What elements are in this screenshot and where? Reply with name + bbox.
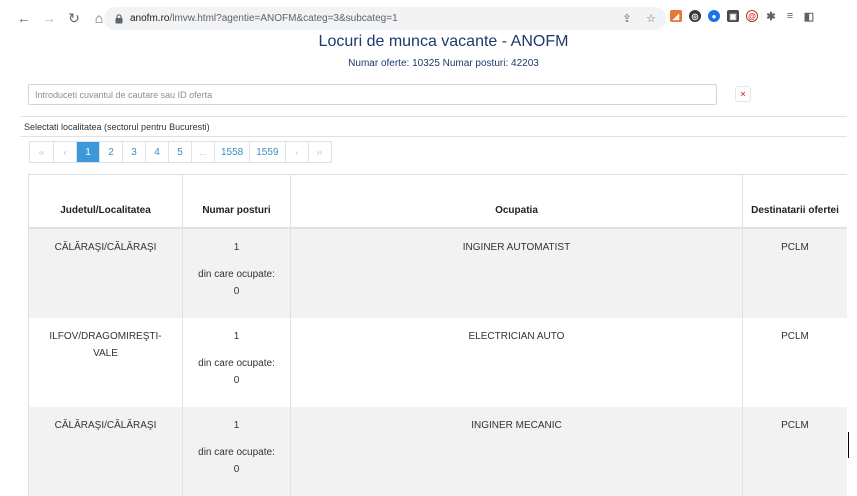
extension-square-icon[interactable]: ▣ xyxy=(727,10,739,22)
extensions-puzzle-icon[interactable]: ✱ xyxy=(765,10,777,23)
table-row[interactable]: ILFOV/DRAGOMIREŞTI-VALE 1 din care ocupa… xyxy=(28,318,847,407)
pagination-page-2[interactable]: 2 xyxy=(99,142,122,162)
forward-icon[interactable]: → xyxy=(38,7,60,29)
clear-search-button[interactable]: × xyxy=(735,86,751,102)
occupied-label: din care ocupate: xyxy=(198,269,275,280)
column-header-recipients[interactable]: Destinatarii ofertei xyxy=(743,175,847,227)
cell-occupation[interactable]: INGINER AUTOMATIST xyxy=(291,229,743,318)
pagination: ‹‹ ‹ 1 2 3 4 5 ... 1558 1559 › ›› xyxy=(29,141,332,163)
occupied-label: din care ocupate: xyxy=(198,358,275,369)
pagination-prev[interactable]: ‹ xyxy=(53,142,76,162)
occupied-count: 0 xyxy=(233,286,240,297)
search-input[interactable]: Introduceti cuvantul de cautare sau ID o… xyxy=(28,84,717,105)
pagination-page-1[interactable]: 1 xyxy=(76,142,99,162)
cell-occupation[interactable]: INGINER MECANIC xyxy=(291,407,743,496)
locality-filter-label[interactable]: Selectati localitatea (sectorul pentru B… xyxy=(24,122,210,132)
cell-posts: 1 din care ocupate: 0 xyxy=(183,407,291,496)
pagination-page-4[interactable]: 4 xyxy=(145,142,168,162)
table-row[interactable]: CĂLĂRAŞI/CĂLĂRAŞI 1 din care ocupate: 0 … xyxy=(28,407,847,496)
pagination-page-1558[interactable]: 1558 xyxy=(214,142,249,162)
pagination-first[interactable]: ‹‹ xyxy=(30,142,53,162)
occupied-count: 0 xyxy=(233,464,240,475)
extension-red-icon[interactable]: @ xyxy=(746,10,758,22)
side-panel-icon[interactable]: ◧ xyxy=(803,10,815,23)
reload-icon[interactable]: ↻ xyxy=(63,7,85,29)
cell-location: CĂLĂRAŞI/CĂLĂRAŞI xyxy=(28,229,183,318)
page-title: Locuri de munca vacante - ANOFM xyxy=(318,33,569,50)
pagination-next[interactable]: › xyxy=(284,142,308,162)
cell-posts: 1 din care ocupate: 0 xyxy=(183,318,291,407)
back-icon[interactable]: ← xyxy=(13,7,35,29)
posts-count: 1 xyxy=(233,242,240,253)
table-header: Judetul/Localitatea Numar posturi Ocupat… xyxy=(28,175,847,229)
pagination-page-1559[interactable]: 1559 xyxy=(249,142,284,162)
reading-list-icon[interactable]: ≡ xyxy=(784,10,796,22)
cell-recipient: PCLM xyxy=(781,420,809,431)
occupied-count: 0 xyxy=(233,375,240,386)
share-icon[interactable]: ⇪ xyxy=(620,11,634,25)
cell-posts: 1 din care ocupate: 0 xyxy=(183,229,291,318)
url-text[interactable]: anofm.ro/lmvw.html?agentie=ANOFM&categ=3… xyxy=(130,13,398,24)
page-subtitle: Numar oferte: 10325 Numar posturi: 42203 xyxy=(348,58,539,69)
pagination-ellipsis: ... xyxy=(191,142,214,162)
extension-blue-icon[interactable]: ● xyxy=(708,10,720,22)
column-header-posts[interactable]: Numar posturi xyxy=(183,175,291,227)
posts-count: 1 xyxy=(233,420,240,431)
url-domain: anofm.ro xyxy=(130,13,170,24)
browser-toolbar: ← → ↻ ⌂ anofm.ro/lmvw.html?agentie=ANOFM… xyxy=(0,0,857,36)
pagination-page-5[interactable]: 5 xyxy=(168,142,191,162)
address-bar[interactable]: anofm.ro/lmvw.html?agentie=ANOFM&categ=3… xyxy=(104,7,666,30)
cell-recipient: PCLM xyxy=(781,242,809,253)
cell-recipient: PCLM xyxy=(781,331,809,342)
cell-location: CĂLĂRAŞI/CĂLĂRAŞI xyxy=(28,407,183,496)
divider xyxy=(20,116,847,117)
cell-occupation[interactable]: ELECTRICIAN AUTO xyxy=(291,318,743,407)
text-cursor xyxy=(848,432,849,458)
pagination-page-3[interactable]: 3 xyxy=(122,142,145,162)
pagination-last[interactable]: ›› xyxy=(307,142,331,162)
occupied-label: din care ocupate: xyxy=(198,447,275,458)
jobs-table: Judetul/Localitatea Numar posturi Ocupat… xyxy=(28,174,847,496)
lock-icon[interactable] xyxy=(112,13,126,24)
extension-circle-icon[interactable]: ◎ xyxy=(689,10,701,22)
bookmark-star-icon[interactable]: ☆ xyxy=(644,11,658,25)
extension-chart-icon[interactable]: ◢ xyxy=(670,10,682,22)
column-header-occupation[interactable]: Ocupatia xyxy=(291,175,743,227)
column-header-location[interactable]: Judetul/Localitatea xyxy=(28,175,183,227)
table-row[interactable]: CĂLĂRAŞI/CĂLĂRAŞI 1 din care ocupate: 0 … xyxy=(28,229,847,318)
posts-count: 1 xyxy=(233,331,240,342)
divider xyxy=(20,136,847,137)
url-path: /lmvw.html?agentie=ANOFM&categ=3&subcate… xyxy=(169,13,398,24)
cell-location: ILFOV/DRAGOMIREŞTI-VALE xyxy=(28,318,183,407)
